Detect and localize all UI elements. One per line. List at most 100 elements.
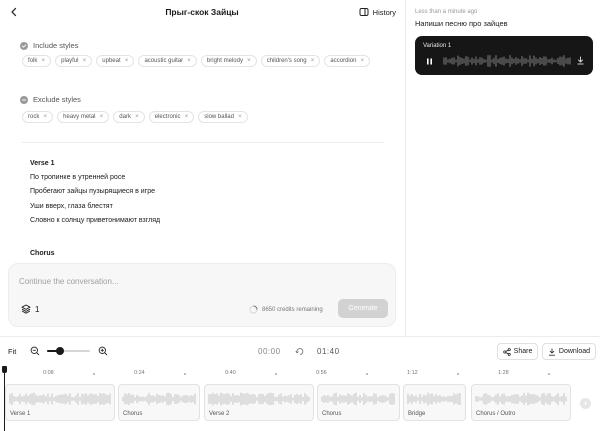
remove-tag-icon[interactable]: × bbox=[187, 57, 191, 65]
remove-tag-icon[interactable]: × bbox=[100, 113, 104, 121]
segment-waveform bbox=[407, 392, 461, 406]
credits-text: 8650 credits remaining bbox=[262, 306, 323, 313]
include-styles-header[interactable]: Include styles bbox=[20, 41, 78, 50]
exclude-styles-header[interactable]: Exclude styles bbox=[20, 95, 81, 104]
lyrics-line: Словно к солнцу приветонимают взгляд bbox=[30, 216, 161, 224]
loop-icon[interactable] bbox=[295, 347, 304, 356]
style-tag[interactable]: folk × bbox=[22, 55, 52, 67]
style-tag[interactable]: electronic × bbox=[148, 111, 195, 123]
song-title: Прыг-скок Зайцы bbox=[165, 7, 239, 17]
style-tag-label: folk bbox=[28, 58, 38, 64]
song-segment[interactable]: Chorus bbox=[317, 384, 400, 421]
segment-waveform bbox=[122, 392, 196, 406]
zoom-slider[interactable] bbox=[47, 347, 90, 355]
conversation-panel: Прыг-скок Зайцы History Include styles f… bbox=[0, 0, 404, 336]
remove-tag-icon[interactable]: × bbox=[41, 57, 45, 65]
composer: 1 8650 credits remaining Generate bbox=[8, 263, 396, 327]
ruler-tick-dot bbox=[275, 373, 277, 375]
style-tag[interactable]: accordion × bbox=[324, 55, 371, 67]
style-tag-label: slow ballad bbox=[204, 114, 234, 120]
layers-button[interactable]: 1 bbox=[21, 304, 39, 314]
remove-tag-icon[interactable]: × bbox=[135, 113, 139, 121]
share-button[interactable]: Share bbox=[497, 343, 538, 360]
style-tag[interactable]: rock × bbox=[22, 111, 54, 123]
remove-tag-icon[interactable]: × bbox=[360, 57, 364, 65]
generate-button[interactable]: Generate bbox=[338, 299, 388, 318]
playhead[interactable] bbox=[2, 366, 7, 431]
ruler-tick-label: 0:24 bbox=[134, 370, 145, 376]
ruler-tick-dot bbox=[457, 373, 459, 375]
remove-tag-icon[interactable]: × bbox=[43, 113, 47, 121]
style-tag-label: bright melody bbox=[206, 58, 243, 64]
include-styles-tags: folk × playful × upbeat × acoustic guitar × brig… bbox=[22, 55, 372, 67]
conversation-input[interactable] bbox=[19, 274, 319, 288]
ruler-tick-label: 0:08 bbox=[43, 370, 54, 376]
history-label: History bbox=[372, 7, 396, 17]
remove-tag-icon[interactable]: × bbox=[311, 57, 315, 65]
song-segment[interactable]: Bridge bbox=[403, 384, 466, 421]
segment-label: Chorus / Outro bbox=[476, 411, 516, 417]
remove-tag-icon[interactable]: × bbox=[82, 57, 86, 65]
style-tag-label: upbeat bbox=[102, 58, 121, 64]
spinner-icon bbox=[249, 305, 258, 314]
style-tag[interactable]: heavy metal × bbox=[57, 111, 110, 123]
app-root: Прыг-скок Зайцы History Include styles f… bbox=[0, 0, 600, 431]
plus-circle-icon[interactable]: + bbox=[580, 398, 591, 409]
generation-timestamp: Less than a minute ago bbox=[415, 9, 478, 15]
ruler-tick-dot bbox=[93, 373, 95, 375]
zoom-in-icon[interactable] bbox=[98, 346, 108, 356]
style-tag-label: rock bbox=[28, 114, 40, 120]
style-tag[interactable]: upbeat × bbox=[96, 55, 135, 67]
share-label: Share bbox=[513, 348, 533, 355]
timeline-controls: Fit 00:00 01:40 Share Download bbox=[0, 337, 600, 367]
lyrics-section-title: Verse 1 bbox=[30, 160, 55, 167]
download-icon[interactable] bbox=[576, 56, 585, 65]
history-button[interactable]: History bbox=[359, 5, 396, 19]
style-tag[interactable]: acoustic guitar × bbox=[138, 55, 197, 67]
time-ruler[interactable]: 0:08 0:24 0:40 0:56 1:12 1:28 bbox=[0, 367, 600, 381]
zoom-slider-thumb[interactable] bbox=[55, 347, 64, 355]
segment-waveform bbox=[475, 392, 567, 406]
style-tag[interactable]: playful × bbox=[55, 55, 93, 67]
share-icon bbox=[502, 347, 511, 356]
playhead-line bbox=[4, 372, 5, 431]
lyrics-line: По тропинке в утренней росе bbox=[30, 174, 126, 181]
layers-icon bbox=[21, 304, 31, 314]
style-tag[interactable]: bright melody × bbox=[200, 55, 257, 67]
history-panel-icon bbox=[359, 8, 369, 16]
variation-label: Variation 1 bbox=[423, 43, 452, 49]
song-segment[interactable]: Verse 2 bbox=[204, 384, 314, 421]
variation-waveform[interactable] bbox=[443, 54, 571, 68]
download-button[interactable]: Download bbox=[542, 343, 596, 360]
download-label: Download bbox=[558, 348, 591, 355]
generation-prompt: Напиши песню про зайцев bbox=[415, 19, 508, 28]
segment-label: Chorus bbox=[123, 411, 143, 417]
segment-label: Verse 2 bbox=[209, 411, 230, 417]
zoom-out-icon[interactable] bbox=[30, 346, 40, 356]
segment-waveform bbox=[208, 392, 310, 406]
minus-circle-icon bbox=[20, 95, 28, 104]
remove-tag-icon[interactable]: × bbox=[184, 113, 188, 121]
style-tag[interactable]: slow ballad × bbox=[198, 111, 248, 123]
song-segment[interactable]: Chorus / Outro bbox=[471, 384, 571, 421]
variation-card[interactable]: Variation 1 bbox=[415, 36, 593, 75]
credits-indicator: 8650 credits remaining bbox=[249, 305, 323, 314]
song-segment[interactable]: Verse 1 bbox=[5, 384, 115, 421]
timeline: Fit 00:00 01:40 Share Download 0:08 0:24… bbox=[0, 336, 600, 431]
style-tag-label: accordion bbox=[330, 58, 357, 64]
song-segment[interactable]: Chorus bbox=[118, 384, 200, 421]
style-tag[interactable]: children's song × bbox=[260, 55, 321, 67]
remove-tag-icon[interactable]: × bbox=[238, 113, 242, 121]
remove-tag-icon[interactable]: × bbox=[125, 57, 129, 65]
download-icon bbox=[548, 347, 555, 356]
fit-button[interactable]: Fit bbox=[8, 347, 16, 356]
segment-waveform bbox=[9, 392, 111, 406]
layer-count: 1 bbox=[35, 304, 40, 314]
style-tag-label: electronic bbox=[154, 114, 181, 120]
remove-tag-icon[interactable]: × bbox=[247, 57, 251, 65]
pause-icon[interactable] bbox=[425, 57, 434, 66]
segment-label: Verse 1 bbox=[10, 411, 31, 417]
ruler-tick-label: 0:56 bbox=[316, 370, 327, 376]
segment-label: Chorus bbox=[322, 411, 342, 417]
style-tag[interactable]: dark × bbox=[113, 111, 145, 123]
